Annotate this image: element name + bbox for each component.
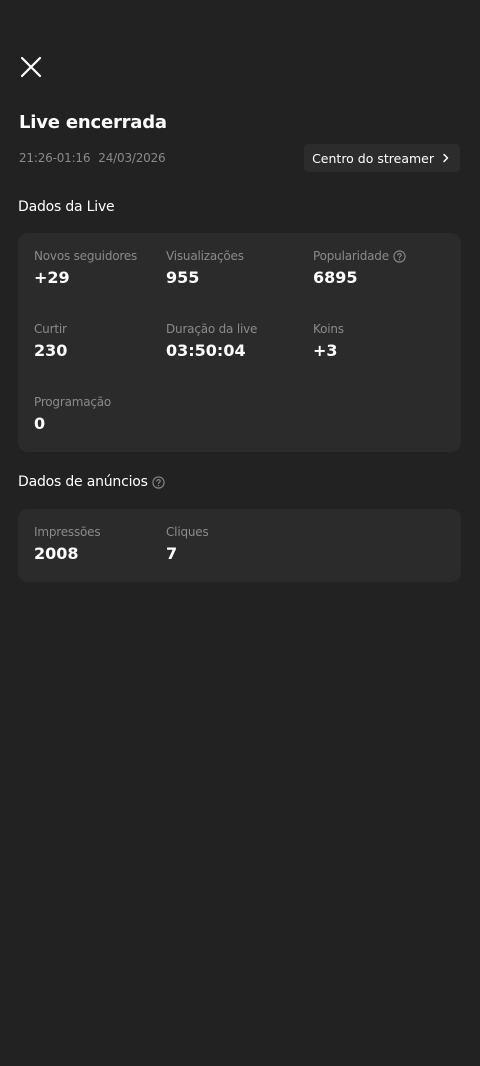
live-time-range: 21:26-01:16	[19, 151, 91, 165]
live-data-section-title: Dados da Live	[18, 199, 115, 215]
help-circle-icon[interactable]	[152, 475, 165, 489]
stat-value: 0	[34, 414, 46, 433]
stat-popularity: Popularidade 6895	[313, 249, 406, 287]
stat-label-row: Popularidade	[313, 249, 406, 263]
stat-label: Impressões	[34, 525, 101, 539]
stat-value: 955	[166, 268, 200, 287]
close-button[interactable]	[16, 52, 46, 82]
stat-value: 03:50:04	[166, 341, 246, 360]
stat-programming: Programação 0	[34, 395, 111, 433]
ads-data-section-title: Dados de anúncios	[18, 474, 165, 490]
stat-likes: Curtir 230	[34, 322, 67, 360]
chevron-right-icon	[442, 151, 450, 166]
stat-new-followers: Novos seguidores +29	[34, 249, 137, 287]
ads-data-card: Impressões 2008 Cliques 7	[18, 509, 461, 582]
stat-label: Koins	[313, 322, 344, 336]
stat-label: Visualizações	[166, 249, 244, 263]
stat-label: Duração da live	[166, 322, 258, 336]
live-date: 24/03/2026	[98, 151, 166, 165]
stat-label: Programação	[34, 395, 112, 409]
stat-value: 230	[34, 341, 68, 360]
stat-impressions: Impressões 2008	[34, 525, 101, 563]
stat-koins: Koins +3	[313, 322, 344, 360]
close-icon	[16, 52, 46, 82]
stat-live-duration: Duração da live 03:50:04	[166, 322, 257, 360]
stat-value: 2008	[34, 544, 79, 563]
stat-clicks: Cliques 7	[166, 525, 209, 563]
live-time-info: 21:26-01:16 24/03/2026	[19, 151, 166, 165]
stat-value: 6895	[313, 268, 358, 287]
stat-value: +29	[34, 268, 70, 287]
page-title: Live encerrada	[19, 112, 167, 133]
stat-value: 7	[166, 544, 178, 563]
ads-data-section-label: Dados de anúncios	[18, 474, 148, 490]
live-data-section-label: Dados da Live	[18, 199, 115, 215]
stat-label: Popularidade	[313, 249, 389, 263]
stat-label: Novos seguidores	[34, 249, 138, 263]
stat-label: Curtir	[34, 322, 67, 336]
stat-views: Visualizações 955	[166, 249, 244, 287]
streamer-center-button[interactable]: Centro do streamer	[304, 144, 460, 172]
help-circle-icon[interactable]	[393, 249, 406, 263]
live-data-card: Novos seguidores +29 Visualizações 955 P…	[18, 233, 461, 452]
stat-value: +3	[313, 341, 338, 360]
stat-label: Cliques	[166, 525, 209, 539]
streamer-center-label: Centro do streamer	[312, 150, 434, 166]
